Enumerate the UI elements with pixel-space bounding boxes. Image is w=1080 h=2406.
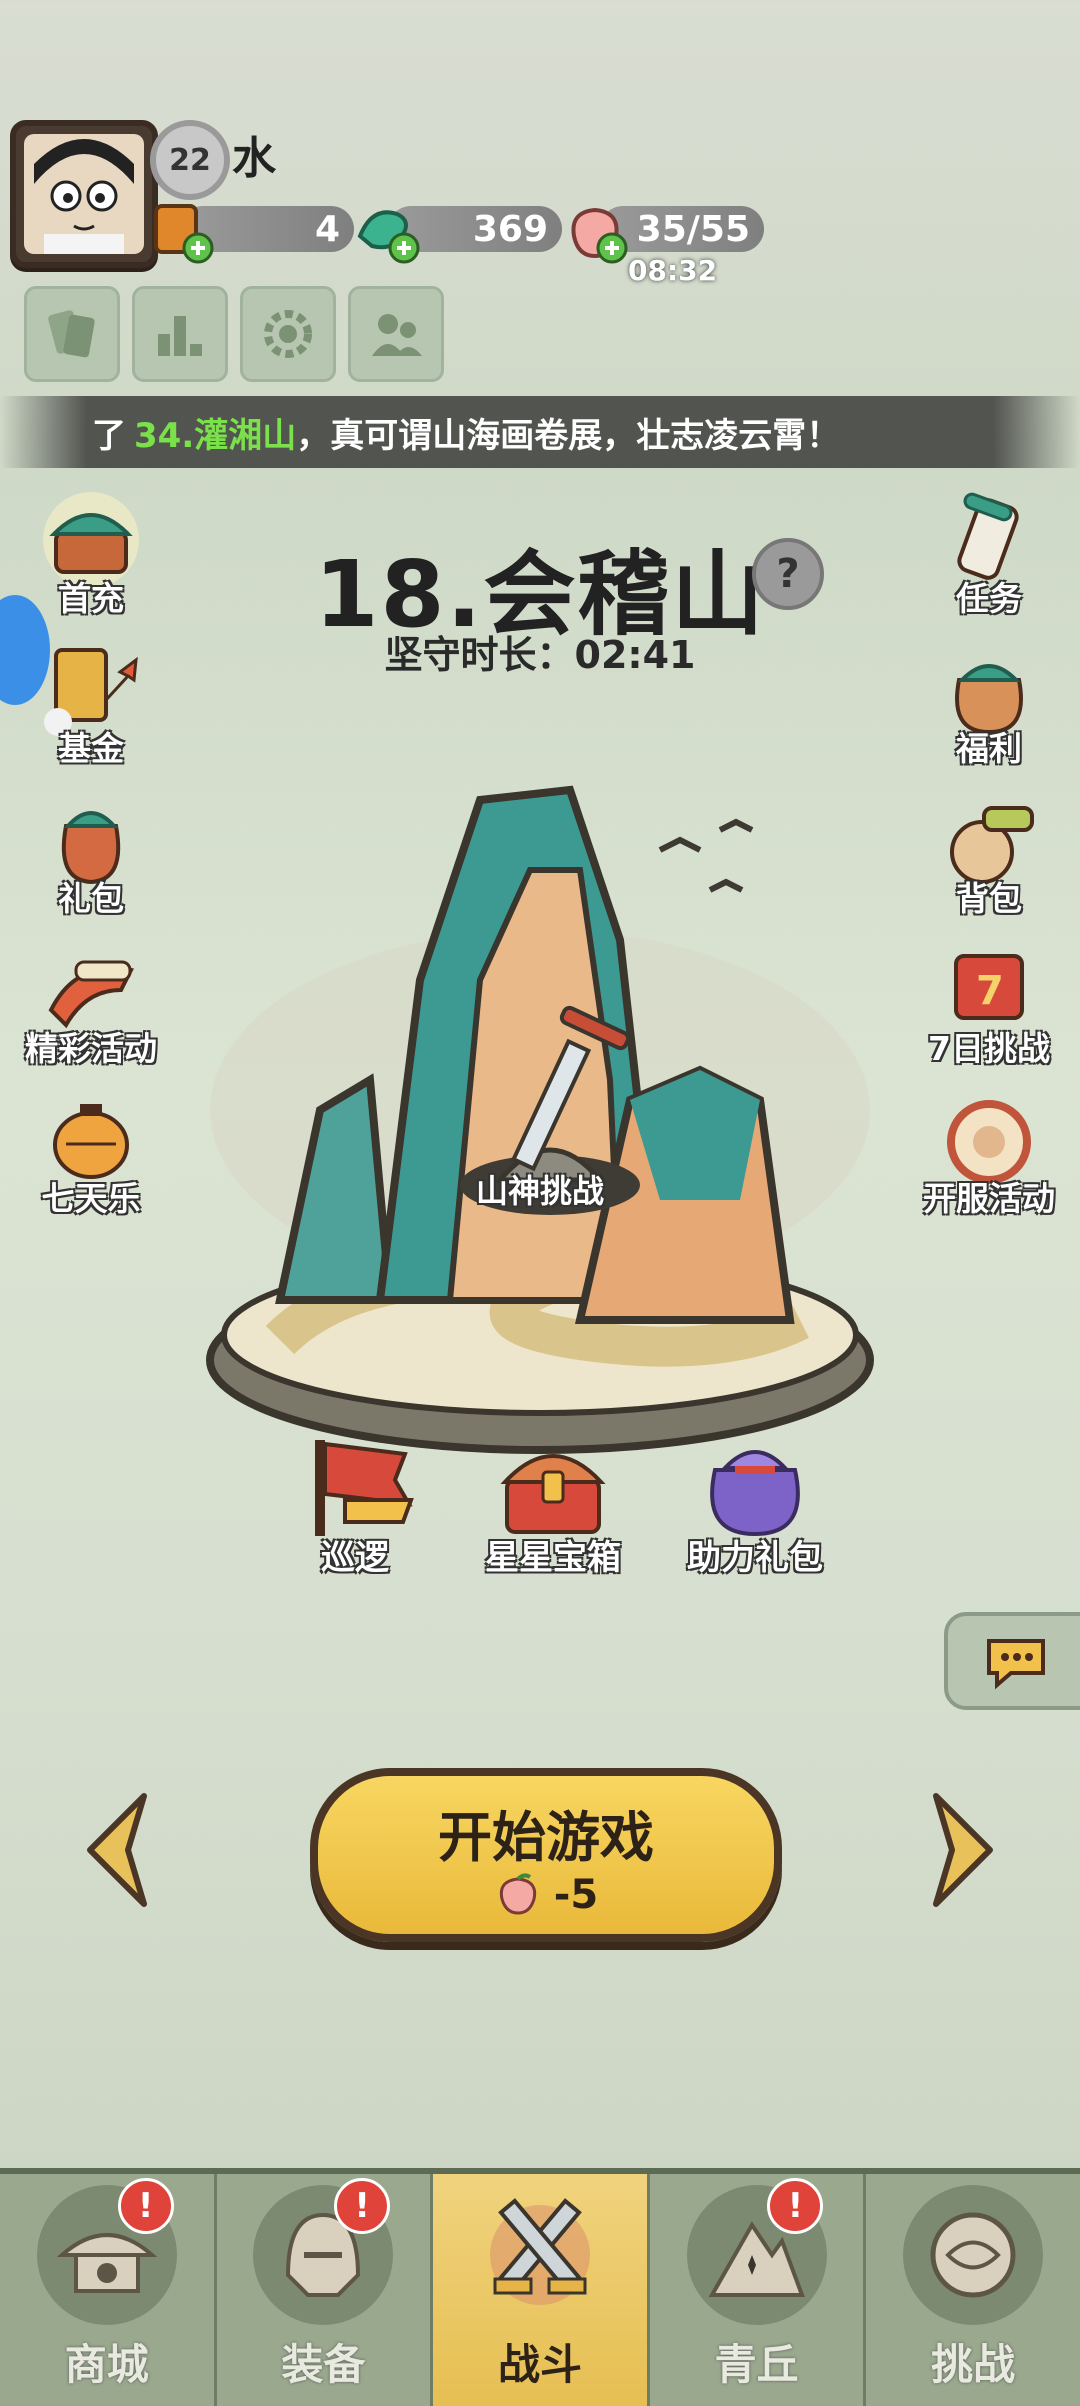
scroll-ticket-icon[interactable] [146, 196, 216, 266]
tab-qingqiu[interactable]: ! 青丘 [650, 2174, 867, 2406]
tab-label-qingqiu: 青丘 [714, 2340, 799, 2389]
player-level-badge: 22 [150, 120, 230, 200]
menu-label-seven-day-joy: 七天乐 [41, 1179, 141, 1218]
stamina-value: 35/55 [636, 208, 750, 250]
banner-prefix: 了 [92, 415, 126, 456]
menu-gift-pack[interactable]: 礼包 [6, 790, 176, 930]
menu-label-backpack: 背包 [956, 879, 1022, 918]
avatar-portrait-icon [24, 134, 144, 254]
reward-star-chest[interactable]: 星星宝箱 [448, 1430, 658, 1579]
menu-label-events: 精彩活动 [25, 1029, 157, 1068]
patrol-flag-icon [315, 1440, 414, 1536]
menu-server-event[interactable]: 开服活动 [904, 1090, 1074, 1230]
menu-label-gift-pack: 礼包 [58, 879, 124, 918]
menu-label-tasks: 任务 [956, 579, 1022, 618]
start-game-label: 开始游戏 [438, 1805, 654, 1869]
player-name: 水 [232, 133, 276, 184]
qingqiu-alert-badge: ! [767, 2178, 824, 2234]
tab-equipment[interactable]: ! 装备 [217, 2174, 434, 2406]
jade-value: 369 [472, 208, 548, 250]
next-stage-button[interactable] [920, 1790, 1000, 1910]
tab-battle[interactable]: 战斗 [433, 2174, 650, 2406]
reward-patrol[interactable]: 巡逻 [250, 1430, 460, 1579]
player-avatar[interactable] [10, 120, 158, 268]
gear-icon [264, 310, 312, 358]
menu-label-seven-day-challenge: 7日挑战 [928, 1029, 1050, 1068]
stamina-timer: 08:32 [628, 254, 718, 287]
bottom-navigation: ! 商城 ! 装备 战斗 ! 青丘 挑战 [0, 2168, 1080, 2406]
chat-bubble-icon [987, 1639, 1045, 1690]
menu-label-server-event: 开服活动 [923, 1179, 1055, 1218]
menu-welfare[interactable]: 福利 [904, 640, 1074, 780]
start-cost-value: -5 [553, 1871, 599, 1918]
menu-events[interactable]: 精彩活动 [6, 940, 176, 1080]
chevron-right-icon [933, 1793, 993, 1907]
start-game-button[interactable]: 开始游戏 -5 [310, 1768, 782, 1942]
ticket-value: 4 [314, 208, 340, 250]
help-icon[interactable]: ? [752, 538, 824, 610]
ranking-button[interactable] [132, 286, 228, 382]
menu-backpack[interactable]: 背包 [904, 790, 1074, 930]
menu-tasks[interactable]: 任务 [904, 490, 1074, 630]
equipment-alert-badge: ! [334, 2178, 391, 2234]
mountain-scene[interactable] [200, 780, 880, 1520]
crossed-swords-icon [470, 2185, 610, 2325]
cards-icon [48, 310, 95, 358]
peach-icon [499, 1872, 536, 1915]
menu-label-first-recharge: 首充 [58, 579, 124, 618]
reward-label-star-chest: 星星宝箱 [485, 1538, 621, 1578]
menu-seven-day-joy[interactable]: 七天乐 [6, 1090, 176, 1230]
svg-text:7: 7 [976, 968, 1004, 1014]
tab-label-battle: 战斗 [497, 2340, 582, 2389]
previous-stage-button[interactable] [80, 1790, 160, 1910]
friends-button[interactable] [348, 286, 444, 382]
chevron-left-icon [87, 1793, 147, 1907]
tab-label-equipment: 装备 [281, 2340, 366, 2389]
reward-assist-gift[interactable]: 助力礼包 [650, 1430, 860, 1579]
menu-label-fund: 基金 [58, 729, 124, 768]
mountain-god-challenge-label[interactable]: 山神挑战 [440, 1166, 640, 1212]
tab-label-challenge: 挑战 [931, 2340, 1016, 2389]
challenge-disc-icon [903, 2185, 1044, 2325]
menu-fund[interactable]: 基金 [6, 640, 176, 780]
reward-label-patrol: 巡逻 [321, 1538, 389, 1578]
announcement-banner: 了 34.灌湘山 ，真可谓山海画卷展，壮志凌云霄！ [0, 396, 1080, 468]
menu-label-welfare: 福利 [956, 729, 1022, 768]
chat-button[interactable] [944, 1612, 1080, 1710]
purple-gift-bag-icon [710, 1450, 800, 1537]
tab-challenge[interactable]: 挑战 [866, 2174, 1080, 2406]
menu-first-recharge[interactable]: 首充 [6, 490, 176, 630]
player-level: 22 [169, 142, 211, 178]
ranking-icon [158, 316, 202, 356]
cards-button[interactable] [24, 286, 120, 382]
star-chest-icon [500, 1454, 606, 1534]
friends-icon [372, 314, 422, 356]
settings-button[interactable] [240, 286, 336, 382]
banner-highlight: 34.灌湘山 [134, 415, 297, 456]
menu-seven-day-challenge[interactable]: 7 7日挑战 [904, 940, 1074, 1080]
peach-stamina-icon[interactable] [560, 196, 630, 266]
tab-shop[interactable]: ! 商城 [0, 2174, 217, 2406]
jade-dragon-icon[interactable] [352, 196, 422, 266]
tab-label-shop: 商城 [64, 2340, 149, 2389]
reward-label-assist-gift: 助力礼包 [687, 1538, 823, 1578]
shop-alert-badge: ! [117, 2178, 174, 2234]
start-cost: -5 [494, 1872, 598, 1918]
banner-suffix: ，真可谓山海画卷展，壮志凌云霄！ [296, 415, 841, 456]
